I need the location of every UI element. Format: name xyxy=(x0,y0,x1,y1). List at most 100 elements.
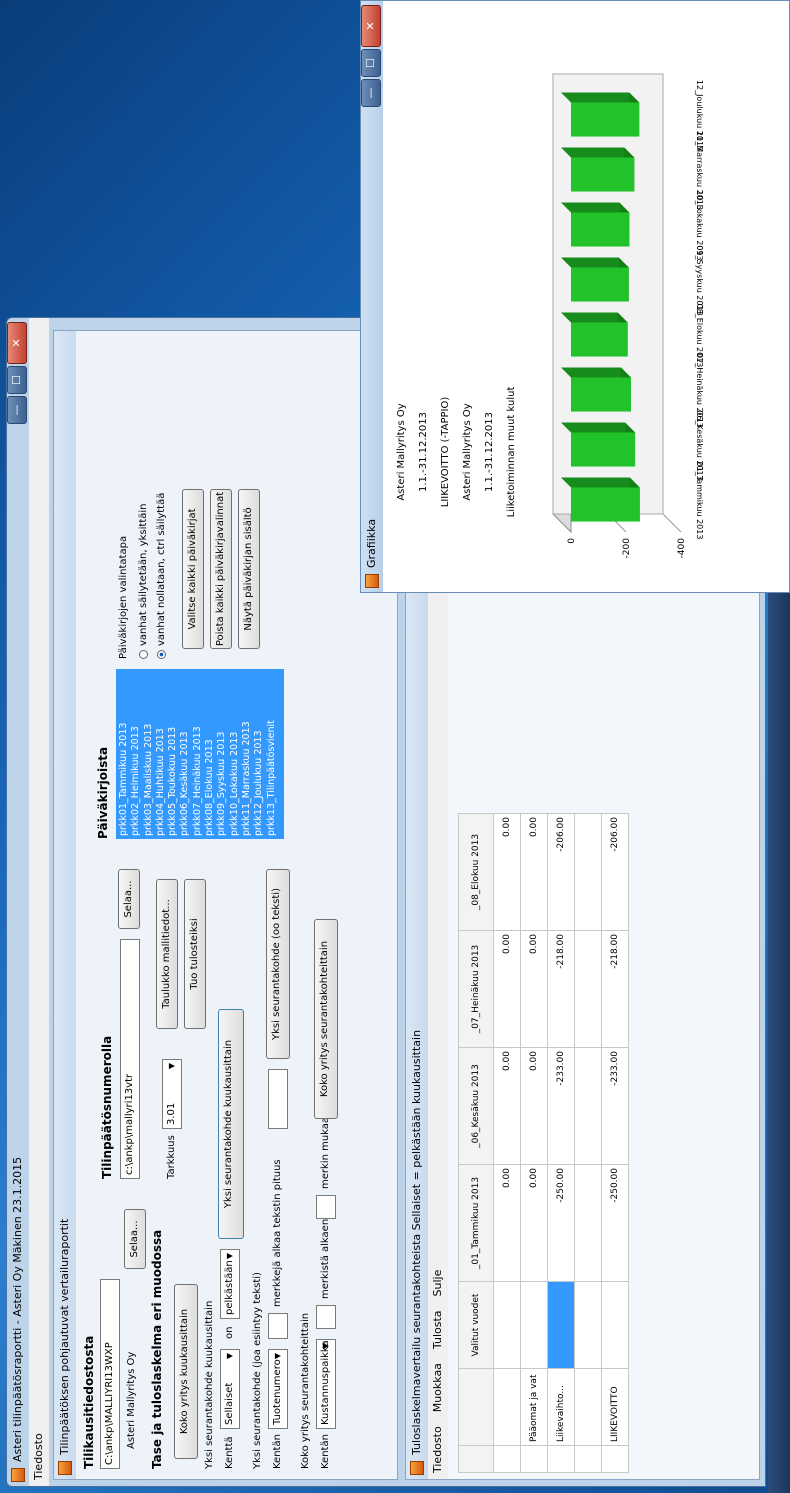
tuo-tulosteiksi-button[interactable]: Tuo tulosteiksi xyxy=(184,879,206,1029)
paivakirja-listbox[interactable]: prkk01_Tammikuu 2013 prkk02_Helmikuu 2013… xyxy=(116,669,284,839)
chart-minimize-button[interactable]: — xyxy=(361,79,381,107)
grid-cell[interactable]: -233.00 xyxy=(601,1047,629,1165)
table-row[interactable]: Pääomat ja vat 0.00 0.00 0.00 0.00 xyxy=(520,813,548,1473)
paivakirja-item[interactable]: prkk06_Kesäkuu 2013 xyxy=(179,672,191,836)
paivakirja-item[interactable]: prkk13_Tilinpäätösvienit xyxy=(266,672,278,836)
yksi-teksti-button[interactable]: Yksi seurantakohde (oo teksti) xyxy=(266,869,290,1059)
kentan-combo[interactable]: Tuotenumero ▼ xyxy=(268,1349,288,1429)
tilikausi-path-input[interactable]: C:\ankp\MALLIYRI13WXP xyxy=(100,1279,120,1469)
tilinpaatos-browse-button[interactable]: Selaa... xyxy=(118,869,140,929)
paivakirja-item[interactable]: prkk01_Tammikuu 2013 xyxy=(118,672,130,836)
en-combo[interactable]: pelkästään ▼ xyxy=(220,1249,240,1319)
grid-cell[interactable] xyxy=(493,1368,521,1446)
paivakirja-item[interactable]: prkk08_Elokuu 2013 xyxy=(204,672,216,836)
grid-cell[interactable] xyxy=(574,1368,602,1446)
grid-cell[interactable]: 0.00 xyxy=(493,813,521,931)
chart-maximize-button[interactable]: ☐ xyxy=(361,49,381,77)
close-button[interactable]: ✕ xyxy=(7,322,27,364)
kentan2-combo[interactable]: Kustannuspaikka ▼ xyxy=(316,1339,336,1429)
grid-cell[interactable] xyxy=(493,1445,521,1473)
maximize-button[interactable]: ☐ xyxy=(7,366,27,394)
grid-header-cell[interactable]: Valitut vuodet xyxy=(458,1281,494,1369)
grid-cell[interactable] xyxy=(601,1281,629,1369)
grid-cell[interactable]: 0.00 xyxy=(520,1164,548,1282)
grid-cell[interactable]: 0.00 xyxy=(520,1047,548,1165)
grid-cell[interactable]: -206.00 xyxy=(547,813,575,931)
grid-cell[interactable]: Liikevaihto... xyxy=(547,1368,575,1446)
menu-lower-tiedosto[interactable]: Tiedosto xyxy=(428,1426,448,1473)
paivakirja-item[interactable]: prkk11_Marraskuu 2013 xyxy=(241,672,253,836)
grid-cell[interactable] xyxy=(574,930,602,1048)
result-grid[interactable]: Valitut vuodet _01_Tammikuu 2013 _06_Kesäk… xyxy=(458,813,629,1473)
table-row[interactable]: Liikevaihto... -250.00 -233.00 -218.00 -206.… xyxy=(547,813,575,1473)
table-row[interactable] xyxy=(574,813,602,1473)
grid-cell[interactable]: Pääomat ja vat xyxy=(520,1368,548,1446)
table-row[interactable]: LIIKEVOITTO -250.00 -233.00 -218.00 -206.00 xyxy=(601,813,629,1473)
paivakirja-item[interactable]: prkk04_Huhtikuu 2013 xyxy=(155,672,167,836)
grid-cell[interactable] xyxy=(520,1445,548,1473)
taulukko-button[interactable]: Taulukko mallitiedot... xyxy=(156,879,178,1029)
chart-title-bar[interactable]: Grafiikka — ☐ ✕ xyxy=(361,1,383,592)
grid-cell[interactable]: 0.00 xyxy=(520,930,548,1048)
grid-cell[interactable]: LIIKEVOITTO xyxy=(601,1368,629,1446)
koko-yritys-kk-button[interactable]: Koko yritys kuukausittain xyxy=(174,1284,198,1459)
grid-cell[interactable]: 0.00 xyxy=(493,1047,521,1165)
grid-header-cell[interactable] xyxy=(458,1445,494,1473)
radio-row-1[interactable]: vanhat säilytetään, yksittäin xyxy=(138,504,149,659)
grid-header-cell[interactable]: _08_Elokuu 2013 xyxy=(458,813,494,931)
grid-cell[interactable]: -250.00 xyxy=(547,1164,575,1282)
upper-title-bar[interactable]: Tilinpäätöksen pohjautuvat vertailurapor… xyxy=(54,331,76,1479)
nayta-paivakirja-button[interactable]: Näytä päiväkirjan sisältö xyxy=(238,489,260,649)
start-char-input[interactable] xyxy=(316,1305,336,1329)
valitse-kaikki-button[interactable]: Valitse kaikki päiväkirjat xyxy=(182,489,204,649)
grid-cell[interactable]: 0.00 xyxy=(520,813,548,931)
grid-cell[interactable] xyxy=(574,1281,602,1369)
paivakirja-item[interactable]: prkk05_Toukokuu 2013 xyxy=(167,672,179,836)
grid-header-cell[interactable]: _07_Heinäkuu 2013 xyxy=(458,930,494,1048)
grid-header-cell[interactable]: _06_Kesäkuu 2013 xyxy=(458,1047,494,1165)
paivakirja-item[interactable]: prkk09_Syyskuu 2013 xyxy=(216,672,228,836)
grid-cell[interactable]: 0.00 xyxy=(493,1164,521,1282)
chart-close-button[interactable]: ✕ xyxy=(361,5,381,47)
grid-cell[interactable] xyxy=(520,1281,548,1369)
paivakirja-item[interactable]: prkk02_Helmikuu 2013 xyxy=(130,672,142,836)
char-count-input[interactable] xyxy=(316,1195,336,1219)
koko-seur-button[interactable]: Koko yritys seurantakohteittain xyxy=(314,919,338,1119)
paivakirja-item[interactable]: prkk07_Heinäkuu 2013 xyxy=(192,672,204,836)
grid-cell[interactable] xyxy=(547,1445,575,1473)
menu-tulosta[interactable]: Tulosta xyxy=(428,1310,448,1349)
grid-header-cell[interactable]: _01_Tammikuu 2013 xyxy=(458,1164,494,1282)
poista-valinnat-button[interactable]: Poista kaikki päiväkirjavalinnat xyxy=(210,489,232,649)
grid-header-cell[interactable] xyxy=(458,1368,494,1446)
paivakirja-item[interactable]: prkk10_Lokakuu 2013 xyxy=(229,672,241,836)
minimize-button[interactable]: — xyxy=(7,396,27,424)
grid-cell[interactable] xyxy=(574,1445,602,1473)
menu-sulje[interactable]: Sulje xyxy=(428,1270,448,1297)
teksti-input[interactable] xyxy=(268,1069,288,1129)
paivakirja-item[interactable]: prkk03_Maaliskuu 2013 xyxy=(143,672,155,836)
kentan-chars-input[interactable] xyxy=(268,1313,288,1339)
grid-cell[interactable] xyxy=(574,1164,602,1282)
menu-tiedosto[interactable]: Tiedosto xyxy=(29,1433,49,1480)
grid-cell[interactable]: -206.00 xyxy=(601,813,629,931)
period-combo[interactable]: 3.01 ▼ xyxy=(162,1059,182,1129)
radio-row-2[interactable]: vanhat nollataan, ctrl säilyttää xyxy=(156,493,167,659)
menu-muokkaa[interactable]: Muokkaa xyxy=(428,1363,448,1412)
tilikausi-browse-button[interactable]: Selaa... xyxy=(124,1209,146,1269)
table-row[interactable]: 0.00 0.00 0.00 0.00 xyxy=(493,813,521,1473)
main-title-bar[interactable]: Asteri tilinpäätösraportti - Asteri Oy M… xyxy=(7,318,29,1486)
grid-cell[interactable]: -218.00 xyxy=(547,930,575,1048)
grid-cell[interactable] xyxy=(574,813,602,931)
tilinpaatos-path-input[interactable]: c:\ankp\mallyri13vtr xyxy=(120,939,140,1179)
grid-cell[interactable]: -218.00 xyxy=(601,930,629,1048)
grid-cell[interactable]: -233.00 xyxy=(547,1047,575,1165)
grid-cell[interactable] xyxy=(574,1047,602,1165)
grid-cell[interactable] xyxy=(601,1445,629,1473)
grid-cell[interactable]: 0.00 xyxy=(493,930,521,1048)
paivakirja-item[interactable]: prkk12_Joulukuu 2013 xyxy=(253,672,265,836)
field-combo[interactable]: Sellaiset ▼ xyxy=(220,1349,240,1429)
grid-cell[interactable] xyxy=(547,1281,575,1369)
yksi-kk-button[interactable]: Yksi seurantakohde kuukausittain xyxy=(218,1009,244,1239)
grid-cell[interactable] xyxy=(493,1281,521,1369)
grid-cell[interactable]: -250.00 xyxy=(601,1164,629,1282)
